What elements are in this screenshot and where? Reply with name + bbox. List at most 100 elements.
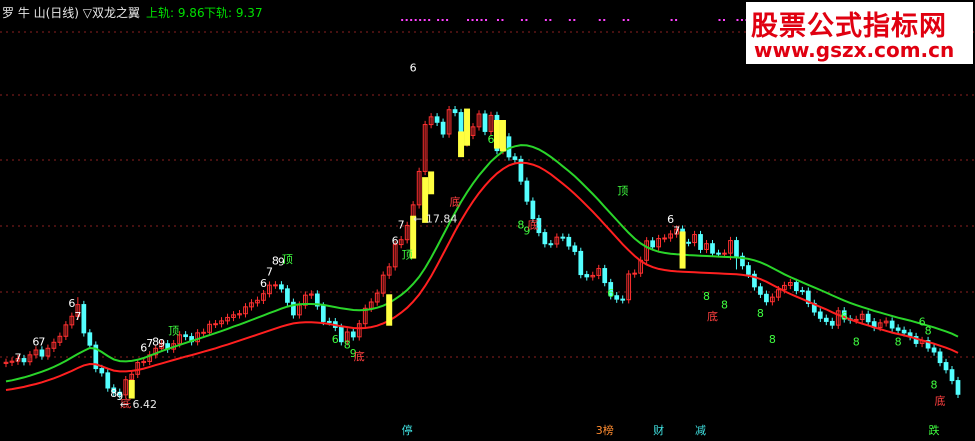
candle-label: 8 [757,307,764,320]
event-label: 3榜 [596,423,614,437]
candle-body [710,243,715,254]
event-label: 财 [653,423,664,437]
chart-background [0,0,975,441]
signal-dot [718,19,721,21]
candle-body [823,317,829,322]
candle-body [560,236,566,239]
candle-body [758,286,763,295]
signal-dot [525,19,528,21]
signal-dot [437,19,440,21]
candle-body [602,268,608,284]
candle-body [865,313,871,323]
candle-body [937,351,943,364]
signal-bar [499,120,506,152]
candle-body [578,250,584,276]
candle-label: 底 [707,309,718,323]
candle-body [931,347,937,353]
candle-body [524,180,530,202]
signal-dot [480,19,483,21]
candle-label: 7 [74,310,81,323]
candle-label: 顶 [402,249,413,262]
candle-body [949,369,955,382]
signal-dot [723,19,726,21]
signal-dot [414,19,417,21]
candle-label: 6 [392,234,399,247]
candle-label: 8 [769,333,776,346]
candle-body [81,304,87,334]
candle-body [793,282,799,292]
candle-body [285,288,290,303]
candle-label: 8 [931,379,938,392]
candle-body [889,320,895,329]
candle-label: 8 [925,324,932,337]
candle-body [943,362,949,371]
candle-body [614,295,620,300]
signal-dot [410,19,413,21]
candle-body [183,334,188,338]
signal-dot [428,19,431,21]
candle-label: 9 [158,337,165,350]
candle-label: 8 [853,336,860,349]
signal-dot [476,19,479,21]
candle-body [698,234,703,250]
candle-body [734,240,739,257]
candle-body [955,380,961,395]
candle-body [632,272,638,275]
candle-body [662,237,667,240]
candle-body [584,274,590,278]
signal-dot [549,19,552,21]
candle-label: 7 [673,224,680,237]
candle-label: 8 [721,299,728,312]
candle-body [512,156,518,160]
signal-dot [598,19,601,21]
signal-bar [428,171,435,195]
candle-body [548,243,554,246]
candle-label: 顶 [168,324,179,337]
candle-body [650,240,655,248]
signal-dot [520,19,523,21]
signal-dot [441,19,444,21]
candle-body [21,358,27,363]
signal-dot [544,19,547,21]
candle-body [87,332,93,346]
candle-body [320,305,326,322]
candle-body [799,290,805,293]
candle-body [452,109,458,114]
candle-label: 7 [38,336,45,349]
candle-label: 7 [14,351,21,364]
chart-title: 罗 牛 山(日线) ▽双龙之翼 [2,6,141,20]
signal-dot [423,19,426,21]
candle-body [530,200,536,220]
candle-label: 6 [260,277,267,290]
candle-body [901,329,907,334]
candle-body [201,331,206,334]
signal-bar [493,120,500,149]
watermark-banner: 股票公式指标网 www.gszx.com.cn [746,2,973,64]
signal-dot [501,19,504,21]
price-chart: 7676789底6789顶6789顶6 89底67顶6689底底6顶678底888… [0,0,975,441]
candle-body [817,311,823,319]
candle-body [746,265,751,275]
candle-label: 7 [266,266,273,279]
signal-dot [675,19,678,21]
signal-dot [573,19,576,21]
candle-label: 8 [895,336,902,349]
signal-dot [496,19,499,21]
candle-body [572,245,578,252]
signal-dot [467,19,470,21]
candle-label: 6 [410,61,417,74]
candle-label: 底 [354,349,365,363]
signal-dot [736,19,739,21]
candle-body [338,326,344,343]
candle-label: 6 [841,310,848,323]
signal-dot [405,19,408,21]
candle-body [105,372,111,389]
candle-body [350,331,356,338]
event-label: 减 [695,424,706,437]
lower-band-readout: 下轨: 9.37 [204,6,263,20]
signal-dot [419,19,422,21]
signal-dot [485,19,488,21]
signal-dot [740,19,743,21]
candle-body [542,232,548,245]
signal-dot [568,19,571,21]
